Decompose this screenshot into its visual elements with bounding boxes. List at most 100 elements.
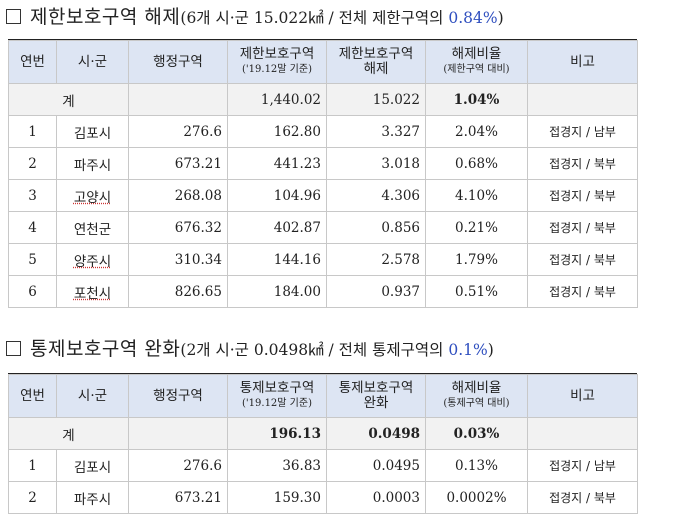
row-remark: 접경지 / 북부 (527, 243, 638, 276)
total-zone-area: 196.13 (227, 417, 327, 450)
header-seq: 연번 (8, 374, 57, 418)
header-admin-area: 행정구역 (128, 40, 228, 84)
row-zone-area: 184.00 (227, 275, 327, 308)
section2-heading: 통제보호구역 완화(2개 시·군 0.0498㎢ / 전체 통제구역의 0.1%… (6, 334, 494, 361)
row-zone-area: 36.83 (227, 449, 327, 482)
row-admin-area: 268.08 (128, 179, 228, 212)
header-zone-area-note: ('19.12말 기준) (242, 398, 312, 409)
row-city-label: 고양시 (73, 189, 112, 206)
row-remark: 접경지 / 북부 (527, 211, 638, 244)
header-release-label2: 완화 (363, 395, 389, 411)
row-release: 2.578 (326, 243, 426, 276)
section1-close: ) (497, 9, 504, 27)
row-city: 양주시 (56, 243, 129, 276)
row-zone-area: 159.30 (227, 481, 327, 514)
header-release-label: 통제보호구역 (338, 380, 414, 396)
row-zone-area: 441.23 (227, 147, 327, 180)
row-release: 0.0495 (326, 449, 426, 482)
section1-heading: 제한보호구역 해제(6개 시·군 15.022㎢ / 전체 제한구역의 0.84… (6, 2, 504, 29)
section2-title: 통제보호구역 완화 (30, 338, 181, 360)
header-ratio-note: (제한구역 대비) (443, 64, 510, 75)
section2-subtitle: (2개 시·군 0.0498㎢ / 전체 통제구역의 (180, 341, 449, 359)
section2-table: 연번 시·군 행정구역 통제보호구역 ('19.12말 기준) 통제보호구역 완화 … (8, 374, 638, 514)
row-release: 3.018 (326, 147, 426, 180)
table-row: 2 파주시 673.21 159.30 0.0003 0.0002% 접경지 /… (8, 481, 638, 514)
row-release: 4.306 (326, 179, 426, 212)
row-ratio: 2.04% (425, 115, 528, 148)
section1-table: 연번 시·군 행정구역 제한보호구역 ('19.12말 기준) 제한보호구역 해제 … (8, 40, 638, 308)
row-seq: 2 (8, 481, 57, 514)
table-row: 1 김포시 276.6 36.83 0.0495 0.13% 접경지 / 남부 (8, 449, 638, 482)
row-seq: 3 (8, 179, 57, 212)
row-city-label: 양주시 (73, 253, 112, 270)
total-ratio: 1.04% (425, 83, 528, 116)
row-ratio: 0.21% (425, 211, 528, 244)
row-admin-area: 310.34 (128, 243, 228, 276)
row-remark: 접경지 / 북부 (527, 481, 638, 514)
row-ratio: 4.10% (425, 179, 528, 212)
row-remark: 접경지 / 북부 (527, 275, 638, 308)
row-remark: 접경지 / 남부 (527, 115, 638, 148)
total-admin-area (128, 83, 228, 116)
header-ratio-label: 해제비율 (451, 46, 502, 62)
row-ratio: 1.79% (425, 243, 528, 276)
total-ratio: 0.03% (425, 417, 528, 450)
header-ratio-label: 해제비율 (451, 380, 502, 396)
row-city: 김포시 (56, 115, 129, 148)
header-zone-area-label: 제한보호구역 (239, 46, 315, 62)
row-city: 고양시 (56, 179, 129, 212)
row-seq: 4 (8, 211, 57, 244)
total-row: 계 196.13 0.0498 0.03% (8, 417, 638, 450)
row-zone-area: 162.80 (227, 115, 327, 148)
table-row: 2 파주시 673.21 441.23 3.018 0.68% 접경지 / 북부 (8, 147, 638, 180)
header-release: 통제보호구역 완화 (326, 374, 426, 418)
header-zone-area: 제한보호구역 ('19.12말 기준) (227, 40, 327, 84)
header-city: 시·군 (56, 374, 129, 418)
row-admin-area: 676.32 (128, 211, 228, 244)
total-zone-area: 1,440.02 (227, 83, 327, 116)
row-zone-area: 144.16 (227, 243, 327, 276)
row-zone-area: 402.87 (227, 211, 327, 244)
total-remark (527, 83, 638, 116)
row-seq: 1 (8, 115, 57, 148)
total-row: 계 1,440.02 15.022 1.04% (8, 83, 638, 116)
table-header-row: 연번 시·군 행정구역 제한보호구역 ('19.12말 기준) 제한보호구역 해제 … (8, 40, 638, 84)
section2-percent: 0.1% (448, 341, 488, 359)
header-city: 시·군 (56, 40, 129, 84)
row-city: 김포시 (56, 449, 129, 482)
section1-percent: 0.84% (448, 9, 498, 27)
row-admin-area: 826.65 (128, 275, 228, 308)
row-remark: 접경지 / 남부 (527, 449, 638, 482)
header-seq: 연번 (8, 40, 57, 84)
header-release: 제한보호구역 해제 (326, 40, 426, 84)
section1-subtitle: (6개 시·군 15.022㎢ / 전체 제한구역의 (180, 9, 449, 27)
checkbox-square-icon (6, 9, 21, 24)
checkbox-square-icon (6, 341, 21, 356)
header-zone-area: 통제보호구역 ('19.12말 기준) (227, 374, 327, 418)
row-release: 0.0003 (326, 481, 426, 514)
total-label: 계 (8, 417, 129, 450)
table-row: 1 김포시 276.6 162.80 3.327 2.04% 접경지 / 남부 (8, 115, 638, 148)
table-row: 3 고양시 268.08 104.96 4.306 4.10% 접경지 / 북부 (8, 179, 638, 212)
header-admin-area: 행정구역 (128, 374, 228, 418)
header-release-label: 제한보호구역 (338, 46, 414, 62)
header-ratio: 해제비율 (통제구역 대비) (425, 374, 528, 418)
section1-title: 제한보호구역 해제 (30, 6, 181, 28)
row-ratio: 0.13% (425, 449, 528, 482)
row-city: 포천시 (56, 275, 129, 308)
row-admin-area: 673.21 (128, 147, 228, 180)
row-seq: 2 (8, 147, 57, 180)
table-header-row: 연번 시·군 행정구역 통제보호구역 ('19.12말 기준) 통제보호구역 완화 … (8, 374, 638, 418)
row-city: 파주시 (56, 147, 129, 180)
table-row: 4 연천군 676.32 402.87 0.856 0.21% 접경지 / 북부 (8, 211, 638, 244)
header-ratio-note: (통제구역 대비) (443, 398, 510, 409)
row-remark: 접경지 / 북부 (527, 179, 638, 212)
total-release: 0.0498 (326, 417, 426, 450)
table-row: 6 포천시 826.65 184.00 0.937 0.51% 접경지 / 북부 (8, 275, 638, 308)
row-ratio: 0.0002% (425, 481, 528, 514)
total-label: 계 (8, 83, 129, 116)
row-seq: 5 (8, 243, 57, 276)
row-ratio: 0.68% (425, 147, 528, 180)
header-ratio: 해제비율 (제한구역 대비) (425, 40, 528, 84)
row-ratio: 0.51% (425, 275, 528, 308)
